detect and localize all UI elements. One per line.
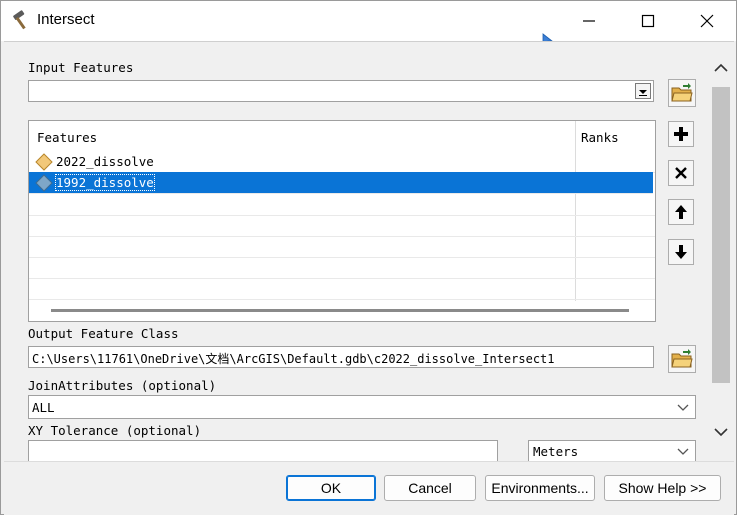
cancel-button[interactable]: Cancel <box>384 475 476 501</box>
table-row <box>29 215 655 237</box>
xy-tolerance-label: XY Tolerance (optional) <box>28 423 202 438</box>
output-feature-class-input[interactable]: C:\Users\11761\OneDrive\文档\ArcGIS\Defaul… <box>28 346 654 368</box>
ranks-column-header: Ranks <box>581 130 619 145</box>
show-help-button[interactable]: Show Help >> <box>604 475 721 501</box>
window-title: Intersect <box>37 11 95 28</box>
hammer-icon <box>13 10 26 30</box>
xy-tolerance-unit-value: Meters <box>533 444 579 459</box>
arrow-up-icon <box>675 205 687 219</box>
xy-tolerance-input[interactable] <box>28 440 498 462</box>
add-row-button[interactable] <box>668 121 694 147</box>
plus-icon <box>674 127 688 141</box>
browse-output-button[interactable] <box>668 345 696 373</box>
close-icon <box>700 14 714 28</box>
scroll-up-icon[interactable] <box>714 63 728 73</box>
open-folder-icon <box>671 83 693 102</box>
title-bar: Intersect <box>1 1 736 41</box>
feature-name: 1992_dissolve <box>55 174 155 191</box>
table-row <box>29 257 655 279</box>
polygon-layer-icon <box>35 174 53 192</box>
table-row <box>29 194 655 216</box>
table-row <box>29 278 655 300</box>
delete-icon <box>675 167 687 179</box>
minimize-icon <box>583 20 595 22</box>
feature-name: 2022_dissolve <box>56 154 154 169</box>
table-row[interactable]: 1992_dissolve <box>29 172 653 194</box>
horizontal-scrollbar[interactable] <box>51 309 629 312</box>
open-folder-icon <box>671 349 693 368</box>
output-feature-class-value: C:\Users\11761\OneDrive\文档\ArcGIS\Defaul… <box>32 352 555 366</box>
chevron-down-icon <box>677 448 689 455</box>
table-row[interactable]: 2022_dissolve <box>29 151 655 173</box>
chevron-down-icon <box>677 404 689 411</box>
grid-header: Features Ranks <box>29 121 655 151</box>
environments-button[interactable]: Environments... <box>485 475 595 501</box>
remove-row-button[interactable] <box>668 160 694 186</box>
dropdown-arrow-icon <box>639 90 647 96</box>
vertical-scrollbar[interactable] <box>710 57 732 461</box>
output-feature-class-label: Output Feature Class <box>28 326 179 341</box>
features-column-header: Features <box>37 130 98 145</box>
browse-input-features-button[interactable] <box>668 79 696 107</box>
ok-button[interactable]: OK <box>286 475 376 501</box>
input-features-label: Input Features <box>28 60 134 75</box>
join-attributes-select[interactable]: ALL <box>28 395 696 419</box>
close-button[interactable] <box>678 1 736 41</box>
button-bar: OK Cancel Environments... Show Help >> <box>4 461 734 515</box>
polygon-layer-icon <box>35 153 53 171</box>
intersect-dialog: Intersect Input Features Features Ranks … <box>0 0 737 515</box>
maximize-icon <box>641 14 655 28</box>
maximize-button[interactable] <box>619 1 677 41</box>
xy-tolerance-unit-select[interactable]: Meters <box>528 440 696 462</box>
move-down-button[interactable] <box>668 239 694 265</box>
minimize-button[interactable] <box>560 1 618 41</box>
parameters-panel: Input Features Features Ranks 2022_disso… <box>4 41 734 462</box>
arrow-down-icon <box>675 245 687 259</box>
join-attributes-value: ALL <box>32 400 55 415</box>
input-features-combo[interactable] <box>28 80 654 102</box>
input-features-dropdown-button[interactable] <box>635 83 651 99</box>
scroll-down-icon[interactable] <box>714 427 728 437</box>
features-grid: Features Ranks 2022_dissolve 1992_dissol… <box>28 120 656 322</box>
move-up-button[interactable] <box>668 199 694 225</box>
scrollbar-thumb[interactable] <box>712 87 730 383</box>
table-row <box>29 236 655 258</box>
join-attributes-label: JoinAttributes (optional) <box>28 378 217 393</box>
